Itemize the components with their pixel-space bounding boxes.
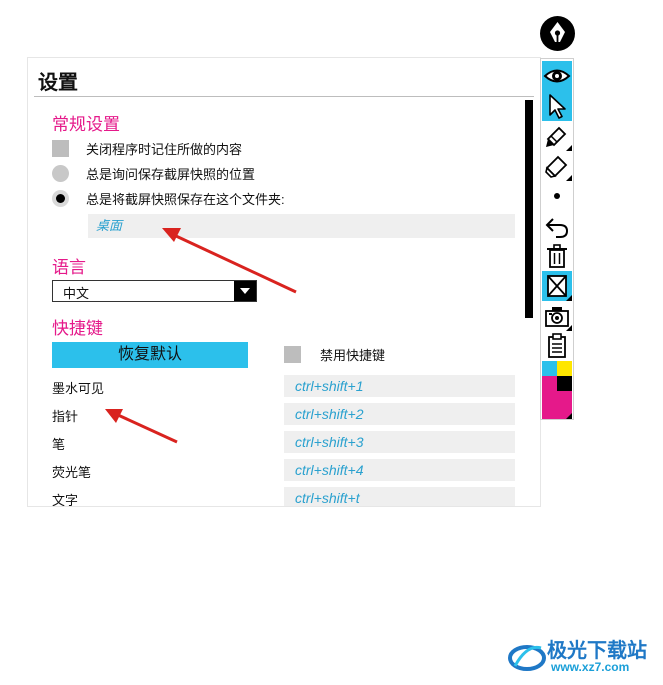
remember-on-close-checkbox[interactable] (52, 140, 69, 157)
save-to-folder-radio[interactable] (52, 190, 69, 207)
restore-defaults-button[interactable]: 恢复默认 (52, 342, 248, 368)
color-swatch-cyan[interactable] (542, 361, 557, 376)
save-to-folder-label: 总是将截屏快照保存在这个文件夹: (86, 192, 285, 207)
highlighter-icon[interactable] (542, 151, 572, 181)
title-divider (34, 96, 534, 97)
pen-nib-logo-icon[interactable] (540, 16, 575, 51)
pointer-icon[interactable] (542, 91, 572, 121)
undo-icon[interactable] (542, 211, 572, 241)
clipboard-icon[interactable] (542, 331, 572, 361)
language-select-value: 中文 (63, 286, 90, 301)
ask-save-location-option[interactable]: 总是询问保存截屏快照的位置 (52, 164, 255, 183)
section-general-heading: 常规设置 (52, 115, 120, 134)
hotkey-field[interactable]: ctrl+shift+2 (284, 403, 515, 425)
disable-hotkeys-label: 禁用快捷键 (320, 348, 386, 363)
dot-icon[interactable] (542, 181, 572, 211)
disable-hotkeys-checkbox[interactable] (284, 346, 301, 363)
save-to-folder-option[interactable]: 总是将截屏快照保存在这个文件夹: (52, 189, 285, 208)
clear-screen-icon[interactable] (542, 271, 572, 301)
ask-save-location-label: 总是询问保存截屏快照的位置 (86, 167, 256, 182)
chevron-down-icon[interactable] (234, 281, 256, 301)
remember-on-close-option[interactable]: 关闭程序时记住所做的内容 (52, 139, 242, 158)
hotkey-field[interactable]: ctrl+shift+t (284, 487, 515, 506)
watermark-brand: 极光下载站 (547, 640, 647, 662)
ask-save-location-radio[interactable] (52, 165, 69, 182)
hotkey-field[interactable]: ctrl+shift+4 (284, 459, 515, 481)
scrollbar[interactable] (525, 100, 533, 318)
pen-icon[interactable] (542, 121, 572, 151)
eye-icon[interactable] (542, 61, 572, 91)
camera-icon[interactable] (542, 301, 572, 331)
save-folder-field[interactable]: 桌面 (88, 214, 515, 238)
current-color-swatch[interactable] (542, 391, 572, 419)
watermark-url: www.xz7.com (551, 660, 630, 674)
disable-hotkeys-option[interactable]: 禁用快捷键 (284, 345, 385, 364)
color-swatch-black[interactable] (557, 376, 572, 391)
color-swatch-magenta[interactable] (542, 376, 557, 391)
hotkey-field[interactable]: ctrl+shift+1 (284, 375, 515, 397)
panel-title: 设置 (38, 72, 78, 94)
hotkey-field[interactable]: ctrl+shift+3 (284, 431, 515, 453)
color-swatch-yellow[interactable] (557, 361, 572, 376)
hotkey-label: 笔 (52, 437, 66, 452)
trash-icon[interactable] (542, 241, 572, 271)
section-language-heading: 语言 (52, 258, 86, 277)
settings-panel: 设置 常规设置 关闭程序时记住所做的内容 总是询问保存截屏快照的位置 总是将截屏… (27, 57, 541, 507)
language-select[interactable]: 中文 (52, 280, 257, 302)
hotkey-label: 指针 (52, 409, 79, 424)
hotkey-label: 墨水可见 (52, 381, 105, 396)
section-hotkeys-heading: 快捷键 (52, 319, 103, 338)
remember-on-close-label: 关闭程序时记住所做的内容 (86, 142, 243, 157)
hotkey-label: 荧光笔 (52, 465, 92, 480)
hotkey-label: 文字 (52, 493, 79, 507)
drawing-toolbar (540, 58, 574, 420)
color-palette[interactable] (542, 361, 572, 419)
